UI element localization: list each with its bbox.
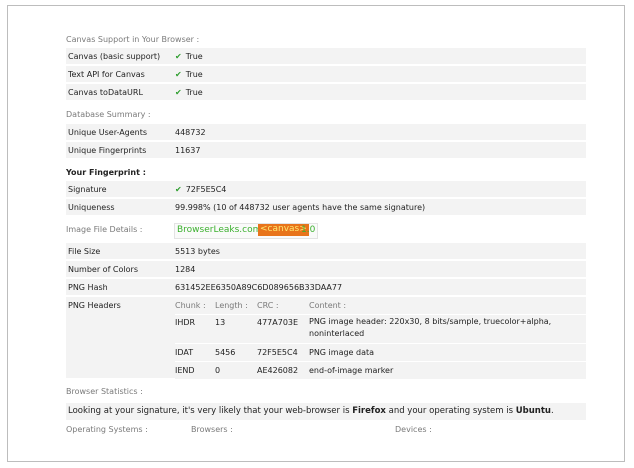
- content-cell: end-of-image marker: [309, 366, 394, 375]
- row-value: 11637: [175, 146, 201, 155]
- uniqueness-value: 99.998% (10 of 448732 user agents have t…: [175, 203, 426, 212]
- row-value: 448732: [175, 128, 206, 137]
- page-frame: Canvas Support in Your Browser : Canvas …: [7, 5, 625, 462]
- crc-cell: 72F5E5C4: [257, 348, 298, 357]
- png-headers-label: PNG Headers: [68, 301, 121, 310]
- row-label: Canvas toDataURL: [68, 88, 143, 97]
- check-icon: ✔: [175, 70, 182, 79]
- row-label: Text API for Canvas: [68, 70, 145, 79]
- number-of-colors-row: Number of Colors 1284: [66, 261, 586, 278]
- row-value: True: [185, 88, 203, 97]
- browser-verdict: Looking at your signature, it's very lik…: [66, 403, 586, 420]
- row-value: True: [185, 52, 203, 61]
- check-icon: ✔: [175, 52, 182, 61]
- signature-row: Signature ✔ 72F5E5C4: [66, 181, 586, 198]
- signature-value: 72F5E5C4: [185, 185, 227, 194]
- content-cell: PNG image header: 220x30, 8 bits/sample,…: [309, 317, 552, 338]
- chunk-cell: IDAT: [175, 348, 194, 357]
- table-row: IHDR 13 477A703E PNG image header: 220x3…: [175, 314, 586, 343]
- unique-user-agents-row: Unique User-Agents 448732: [66, 124, 586, 141]
- crc-cell: AE426082: [257, 366, 299, 375]
- length-cell: 13: [215, 318, 226, 327]
- chunk-cell: IHDR: [175, 318, 196, 327]
- table-row: IDAT 5456 72F5E5C4 PNG image data: [175, 343, 586, 361]
- image-file-title: Image File Details :: [66, 225, 143, 234]
- row-label: PNG Hash: [68, 283, 108, 292]
- png-headers-block: PNG Headers Chunk : Length : CRC : Conte…: [66, 297, 586, 379]
- browsers-heading: Browsers :: [191, 425, 233, 434]
- browser-name: Firefox: [352, 406, 386, 416]
- row-label: Canvas (basic support): [68, 52, 161, 61]
- row-label: Uniqueness: [68, 203, 115, 212]
- row-value: True: [185, 70, 203, 79]
- unique-fingerprints-row: Unique Fingerprints 11637: [66, 142, 586, 159]
- badge-text-version: 1.0: [301, 225, 316, 235]
- canvas-basic-row: Canvas (basic support) ✔ True: [66, 48, 586, 65]
- operating-systems-heading: Operating Systems :: [66, 425, 148, 434]
- browser-stats-title: Browser Statistics :: [66, 387, 143, 396]
- content-cell: PNG image data: [309, 348, 375, 357]
- length-column-header: Length :: [215, 301, 248, 310]
- canvas-image-preview: BrowserLeaks.com <canvas> 1.0: [174, 223, 318, 239]
- png-hash-row: PNG Hash 631452EE6350A89C6D089656B33DAA7…: [66, 279, 586, 296]
- row-label: Signature: [68, 185, 107, 194]
- row-label: Unique Fingerprints: [68, 146, 147, 155]
- row-value: 1284: [175, 265, 196, 274]
- length-cell: 5456: [215, 348, 236, 357]
- file-size-row: File Size 5513 bytes: [66, 243, 586, 260]
- table-row: IEND 0 AE426082 end-of-image marker: [175, 361, 586, 379]
- check-icon: ✔: [175, 88, 182, 97]
- content-column-header: Content :: [309, 301, 347, 310]
- chunk-cell: IEND: [175, 366, 195, 375]
- crc-column-header: CRC :: [257, 301, 279, 310]
- canvas-text-api-row: Text API for Canvas ✔ True: [66, 66, 586, 83]
- badge-text-site: BrowserLeaks.com: [177, 225, 262, 235]
- database-summary-title: Database Summary :: [66, 110, 151, 119]
- row-label: File Size: [68, 247, 101, 256]
- crc-cell: 477A703E: [257, 318, 299, 327]
- uniqueness-row: Uniqueness 99.998% (10 of 448732 user ag…: [66, 199, 586, 216]
- row-label: Number of Colors: [68, 265, 138, 274]
- canvas-todataurl-row: Canvas toDataURL ✔ True: [66, 84, 586, 101]
- os-name: Ubuntu: [515, 406, 551, 416]
- chunk-column-header: Chunk :: [175, 301, 206, 310]
- devices-heading: Devices :: [395, 425, 432, 434]
- check-icon: ✔: [175, 185, 182, 194]
- row-value: 631452EE6350A89C6D089656B33DAA77: [175, 283, 343, 292]
- canvas-support-title: Canvas Support in Your Browser :: [66, 35, 200, 44]
- row-value: 5513 bytes: [175, 247, 220, 256]
- row-label: Unique User-Agents: [68, 128, 148, 137]
- length-cell: 0: [215, 366, 221, 375]
- fingerprint-title: Your Fingerprint :: [66, 168, 146, 177]
